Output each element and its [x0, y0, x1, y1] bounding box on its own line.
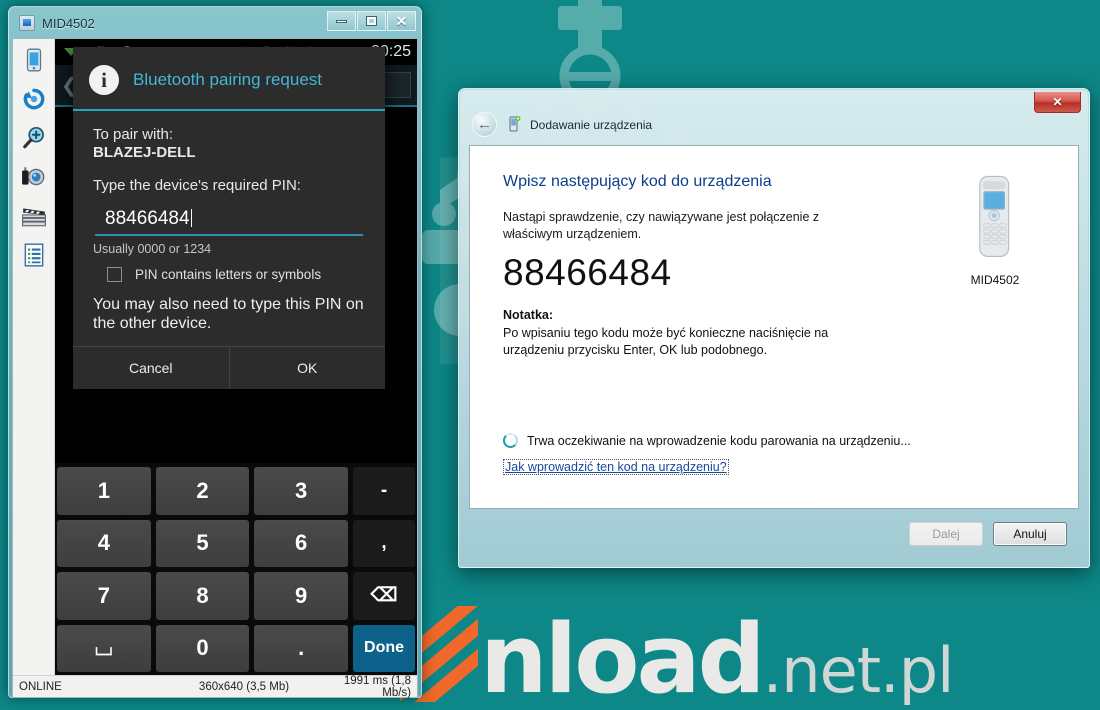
pairing-dialog-header: i Bluetooth pairing request: [73, 47, 385, 111]
waiting-text: Trwa oczekiwanie na wprowadzenie kodu pa…: [527, 433, 911, 448]
key-0[interactable]: 0: [155, 624, 250, 672]
pin-input[interactable]: 88466484: [95, 208, 363, 237]
waiting-status: Trwa oczekiwanie na wprowadzenie kodu pa…: [503, 433, 911, 448]
pin-letters-checkbox[interactable]: [107, 267, 122, 283]
keypad-row: 456,: [57, 519, 416, 567]
log-document-icon[interactable]: [19, 240, 49, 270]
ok-button[interactable]: OK: [228, 347, 385, 390]
pin-letters-checkbox-row[interactable]: PIN contains letters or symbols: [93, 267, 365, 283]
window-controls: ✕: [327, 11, 416, 31]
android-screen[interactable]: 44% 20:25 ❮ i Bluetooth pairing request: [55, 39, 417, 675]
key-3[interactable]: 3: [254, 467, 349, 515]
brand-text: nload.net.pl: [480, 613, 954, 708]
pair-with-value: BLAZEJ-DELL: [93, 144, 196, 162]
maximize-button[interactable]: [357, 11, 386, 31]
add-device-icon: [509, 116, 521, 132]
key-6[interactable]: 6: [254, 519, 349, 567]
add-device-window[interactable]: ✕ ← Dodawanie urządzenia Wpisz następują…: [458, 88, 1090, 568]
window-title: Dodawanie urządzenia: [530, 117, 653, 132]
pin-input-wrapper[interactable]: 88466484: [93, 208, 365, 237]
key-5[interactable]: 5: [155, 519, 250, 567]
mid4502-body: 44% 20:25 ❮ i Bluetooth pairing request: [12, 38, 418, 699]
page-description: Nastąpi sprawdzenie, czy nawiązywane jes…: [503, 210, 820, 242]
mid4502-titlebar[interactable]: MID4502 ✕: [10, 8, 420, 38]
pair-with-label: To pair with:: [93, 126, 174, 143]
window-nav: ← Dodawanie urządzenia: [472, 112, 652, 137]
minimize-button[interactable]: [327, 11, 356, 31]
pairing-dialog-buttons: Cancel OK: [73, 346, 385, 390]
window-title: MID4502: [42, 15, 95, 31]
mid4502-main: 44% 20:25 ❮ i Bluetooth pairing request: [13, 39, 417, 675]
keypad-row: 7 8 9 ⌫: [57, 572, 416, 620]
connection-status: ONLINE: [19, 680, 62, 693]
close-button[interactable]: ✕: [1034, 92, 1081, 113]
tool-sidebar: [13, 39, 55, 675]
pin-letters-checkbox-label: PIN contains letters or symbols: [135, 267, 322, 283]
key-comma[interactable]: ,: [353, 519, 416, 567]
mobile-phone-icon: [979, 175, 1010, 257]
video-record-icon[interactable]: [19, 201, 49, 231]
keypad-row: ⌴ 0. Done: [57, 624, 416, 672]
key-backspace[interactable]: ⌫: [353, 572, 416, 620]
note-body: Po wpisaniu tego kodu może być konieczne…: [503, 325, 829, 357]
camera-icon[interactable]: [19, 162, 49, 192]
window-titlebar[interactable]: ✕ ← Dodawanie urządzenia: [460, 90, 1088, 145]
key-8[interactable]: 8: [155, 572, 250, 620]
latency-status: 1991 ms (1,8 Mb/s): [343, 674, 411, 699]
brand-logo: nload.net.pl: [400, 606, 954, 708]
text-caret: [190, 209, 192, 228]
device-preview: MID4502: [940, 174, 1050, 287]
key-dash[interactable]: -: [353, 467, 416, 515]
spinner-icon: [503, 433, 518, 448]
key-2[interactable]: 2: [155, 467, 250, 515]
bluetooth-pairing-dialog[interactable]: i Bluetooth pairing request To pair with…: [73, 47, 385, 390]
close-button[interactable]: ✕: [387, 11, 416, 31]
window-footer: Dalej Anuluj: [469, 511, 1079, 557]
pin-input-value: 88466484: [105, 208, 190, 230]
key-space[interactable]: ⌴: [57, 624, 151, 672]
window-content: Wpisz następujący kod do urządzenia Nast…: [469, 145, 1079, 509]
mid4502-window[interactable]: MID4502 ✕ 20:25 ❮ i Bluetooth pairing re…: [8, 6, 422, 699]
note-title: Notatka:: [503, 307, 554, 322]
brand-tld: .net.pl: [762, 634, 955, 708]
resolution-status: 360x640 (3,5 Mb): [198, 680, 290, 693]
mid4502-status-bar: ONLINE 360x640 (3,5 Mb) 1991 ms (1,8 Mb/…: [13, 674, 417, 699]
pin-hint-text: Usually 0000 or 1234: [93, 242, 212, 257]
cancel-button[interactable]: Cancel: [73, 347, 229, 390]
pairing-dialog-content: To pair with: BLAZEJ-DELL Type the devic…: [73, 111, 385, 336]
keypad-row: 123-: [57, 467, 416, 515]
device-icon[interactable]: [19, 45, 49, 75]
pairing-dialog-title: Bluetooth pairing request: [133, 70, 323, 89]
info-icon: i: [89, 65, 119, 95]
back-arrow-icon[interactable]: ←: [472, 112, 497, 137]
cancel-button[interactable]: Anuluj: [993, 522, 1067, 546]
key-done[interactable]: Done: [353, 624, 416, 672]
help-link[interactable]: Jak wprowadzić ten kod na urządzeniu?: [503, 459, 729, 475]
pin-prompt-label: Type the device's required PIN:: [93, 177, 301, 195]
brand-name: nload: [480, 605, 766, 710]
numeric-keypad[interactable]: 1 2 3-4 5 6, 7 8 9 ⌫ ⌴ 0. Done: [55, 463, 417, 675]
phone-device-icon: [19, 15, 35, 31]
device-name: MID4502: [970, 273, 1020, 287]
zoom-in-icon[interactable]: [19, 123, 49, 153]
pairing-note-text: You may also need to type this PIN on th…: [93, 296, 364, 331]
key-1[interactable]: 1: [57, 467, 151, 515]
key-4[interactable]: 4: [57, 519, 151, 567]
key-9[interactable]: 9: [254, 572, 349, 620]
key-period[interactable]: .: [254, 624, 349, 672]
next-button[interactable]: Dalej: [909, 522, 983, 546]
rotate-icon[interactable]: [19, 84, 49, 114]
key-7[interactable]: 7: [57, 572, 151, 620]
